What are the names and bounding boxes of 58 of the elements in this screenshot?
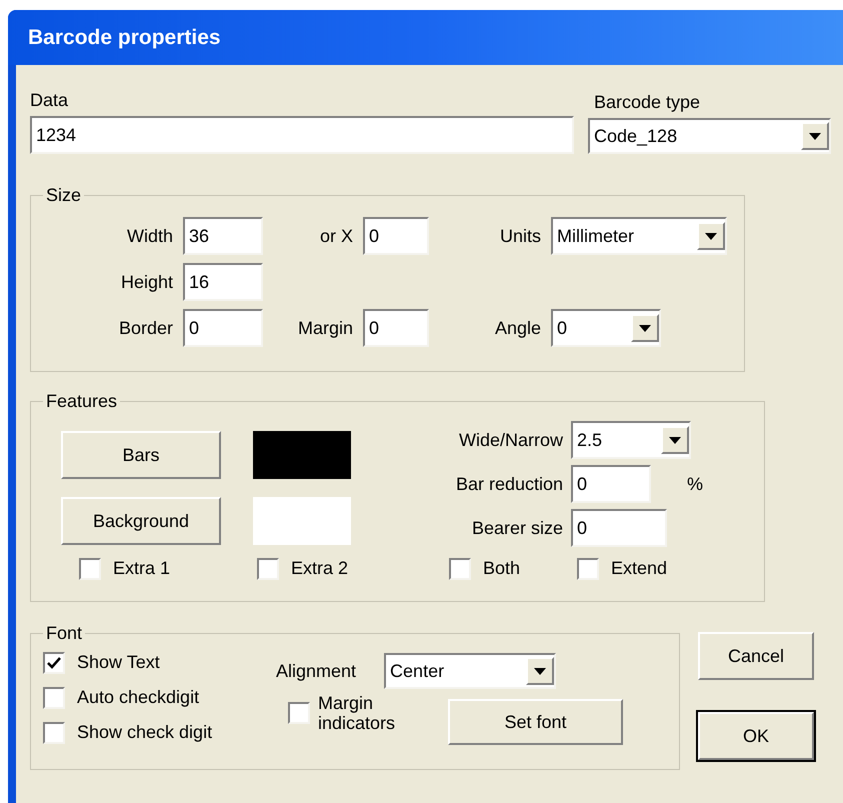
group-title: Font — [45, 622, 84, 645]
field-label: Alignment — [276, 660, 356, 683]
field-label: Show Text — [77, 651, 160, 674]
field-label: Both — [483, 557, 520, 580]
field-label: Border — [118, 316, 173, 340]
dropdown[interactable]: Center — [384, 653, 556, 689]
field-label: Margin — [298, 316, 353, 340]
group-title: Features — [45, 390, 118, 413]
dropdown[interactable]: 0 — [551, 309, 661, 347]
dropdown-arrow-icon — [669, 436, 681, 444]
field-label: Height — [120, 270, 173, 294]
dropdown-arrow-icon — [639, 324, 651, 332]
field-label: Extra 2 — [291, 557, 348, 580]
input-field[interactable]: 0 — [571, 465, 651, 503]
input-field[interactable]: 0 — [363, 217, 429, 255]
field-label: Bar reduction — [456, 472, 563, 496]
field-label: Wide/Narrow — [458, 428, 563, 452]
field-label: Auto checkdigit — [77, 686, 200, 709]
checkbox[interactable] — [577, 558, 599, 580]
checkbox[interactable] — [79, 558, 101, 580]
color-button[interactable]: Bars — [61, 431, 221, 479]
field-label: Extend — [611, 557, 668, 580]
checkbox-label: Margin indicators — [318, 693, 396, 733]
checkbox[interactable] — [288, 702, 310, 724]
input-field[interactable]: 36 — [183, 217, 263, 255]
field-label: Extra 1 — [113, 557, 170, 580]
color-button[interactable]: Background — [61, 497, 221, 545]
field-label: Barcode type — [594, 91, 702, 114]
field-label: Width — [126, 224, 173, 248]
input-field[interactable]: 0 — [363, 309, 429, 347]
checkbox[interactable] — [257, 558, 279, 580]
input-field[interactable]: 0 — [571, 509, 667, 547]
group-title: Size — [45, 184, 82, 207]
input-field[interactable]: 16 — [183, 263, 263, 301]
dropdown[interactable]: 2.5 — [571, 421, 691, 459]
checkbox[interactable] — [43, 686, 65, 708]
dropdown[interactable]: Code_128 — [588, 118, 831, 154]
field-label: Bearer size — [472, 516, 563, 540]
input-field[interactable]: 0 — [183, 309, 263, 347]
field-label: Angle — [494, 316, 541, 340]
input-field[interactable]: 1234 — [30, 116, 574, 154]
field-label: or X — [320, 224, 353, 248]
field-label: % — [687, 472, 704, 496]
checkbox[interactable] — [43, 722, 65, 744]
field-label: Data — [30, 89, 70, 112]
dropdown-arrow-icon — [534, 668, 546, 674]
checkmark-icon — [47, 656, 61, 668]
field-label: Show check digit — [77, 721, 212, 744]
set-font-button[interactable]: Set font — [448, 699, 623, 745]
dialog-button[interactable]: OK — [698, 712, 814, 760]
checkbox[interactable] — [449, 558, 471, 580]
field-label: Units — [500, 224, 541, 248]
checkbox[interactable] — [43, 652, 65, 674]
window-title: Barcode properties — [28, 24, 221, 51]
dropdown-arrow-icon — [705, 232, 717, 240]
dialog-button[interactable]: Cancel — [698, 632, 814, 680]
dropdown[interactable]: Millimeter — [551, 217, 727, 255]
dropdown-arrow-icon — [809, 132, 821, 140]
